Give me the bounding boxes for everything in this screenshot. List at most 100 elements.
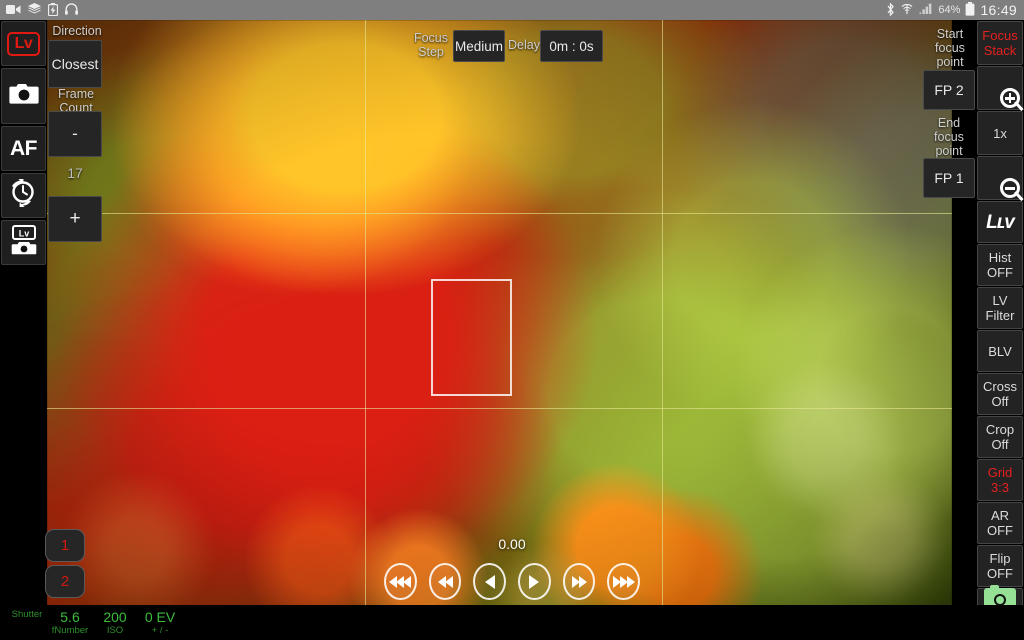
histogram-toggle[interactable]: Hist OFF [977, 244, 1023, 286]
focus-stack-label-line1: Focus [982, 28, 1018, 43]
camera-viewfinder-bump [990, 585, 999, 589]
sidebar-item-autofocus[interactable]: AF [1, 126, 46, 171]
end-focus-point-label-line1: End [937, 116, 961, 130]
iso-value: 200 [103, 609, 127, 625]
end-focus-point-label: End focus point [925, 116, 973, 158]
skip-forward-fast-button[interactable] [607, 563, 641, 600]
left-toolbar: Lv AF Lv [0, 20, 47, 620]
crosshair-toggle[interactable]: Cross Off [977, 373, 1023, 415]
delay-label: Delay [508, 38, 540, 52]
aspect-ratio-label-line2: OFF [987, 523, 1013, 538]
memory-slot-1[interactable]: 1 [45, 529, 85, 562]
cell-signal-icon [919, 3, 933, 17]
flip-label-line2: OFF [987, 566, 1013, 581]
lv-waveform-icon: Lʟᴠ [986, 211, 1015, 233]
end-focus-point-label-line3: point [935, 144, 963, 158]
focus-step-label: Focus Step [411, 31, 451, 59]
play-icon [529, 574, 540, 589]
step-back-button[interactable] [473, 563, 507, 600]
clock-label: 16:49 [980, 2, 1017, 18]
crosshair-label-line1: Cross [983, 379, 1017, 394]
direction-value-button[interactable]: Closest [48, 40, 102, 88]
grid-toggle[interactable]: Grid 3:3 [977, 459, 1023, 501]
memory-slot-2[interactable]: 2 [45, 565, 85, 598]
histogram-label-line1: Hist [988, 250, 1012, 265]
bottom-status-bar: Shutter 5.6 fNumber 200 ISO 0 EV + / - [… [0, 605, 1024, 640]
lv-filter-button[interactable]: LV Filter [977, 287, 1023, 329]
wifi-icon [900, 3, 914, 17]
camera-remote-app: 64% 16:49 Lv AF Lv Direction Closest Fra… [0, 0, 1024, 640]
crosshair-label-line2: Off [991, 394, 1009, 409]
zoom-level-button[interactable]: 1x [977, 111, 1023, 155]
battery-percent-label: 64% [938, 4, 961, 16]
zoom-out-button[interactable] [977, 156, 1024, 202]
bluetooth-icon [886, 1, 895, 18]
start-focus-point-button[interactable]: FP 2 [923, 70, 975, 110]
exposure-compensation-value: 0 EV [144, 609, 176, 625]
start-focus-point-label: Start focus point [925, 27, 975, 69]
focus-stack-label-line2: Stack [983, 43, 1017, 58]
focus-stack-button[interactable]: Focus Stack [977, 21, 1023, 65]
layers-icon [28, 3, 41, 17]
histogram-label-line2: OFF [987, 265, 1013, 280]
status-system-icons: 64% 16:49 [886, 1, 1024, 18]
sidebar-item-intervalometer[interactable] [1, 173, 46, 218]
headphones-icon [65, 3, 78, 17]
frame-count-increment-button[interactable]: + [48, 196, 102, 242]
crop-label-line1: Crop [985, 422, 1015, 437]
exposure-compensation-label: + / - [151, 625, 169, 636]
fnumber-value: 5.6 [60, 609, 80, 625]
fnumber-readout[interactable]: 5.6 fNumber [42, 609, 98, 636]
rewind-triple-icon [389, 575, 412, 588]
start-focus-point-label-line1: Start [936, 27, 964, 41]
end-focus-point-button[interactable]: FP 1 [923, 158, 975, 198]
zoom-level-label: 1x [993, 125, 1007, 141]
battery-saver-icon [47, 2, 59, 18]
live-view-capture-icon: Lv [10, 225, 38, 260]
focus-step-value-button[interactable]: Medium [453, 30, 505, 62]
lv-waveform-button[interactable]: Lʟᴠ [977, 201, 1023, 243]
iso-label: ISO [106, 625, 124, 636]
flip-label-line1: Flip [989, 551, 1011, 566]
aspect-ratio-toggle[interactable]: AR OFF [977, 502, 1023, 544]
sidebar-item-camera[interactable] [1, 68, 46, 124]
android-status-bar: 64% 16:49 [0, 0, 1024, 20]
zoom-in-button[interactable] [977, 66, 1024, 112]
start-focus-point-label-line3: point [936, 55, 964, 69]
camcorder-icon [6, 4, 21, 17]
exposure-compensation-readout[interactable]: 0 EV + / - [134, 609, 186, 636]
delay-value-button[interactable]: 0m : 0s [540, 30, 603, 62]
flip-toggle[interactable]: Flip OFF [977, 545, 1023, 587]
focus-step-label-line1: Focus [413, 31, 449, 45]
rewind-double-icon [437, 575, 453, 588]
forward-triple-icon [612, 575, 635, 588]
iso-readout[interactable]: 200 ISO [92, 609, 138, 636]
focus-step-label-line2: Step [418, 45, 444, 59]
lv-filter-label-line1: LV [992, 293, 1008, 308]
autofocus-label: AF [10, 136, 38, 160]
frame-count-decrement-button[interactable]: - [48, 111, 102, 157]
live-view-label: Lv [6, 31, 41, 56]
fnumber-label: fNumber [51, 625, 89, 636]
live-view-viewport[interactable] [47, 20, 952, 620]
rewind-button[interactable] [428, 563, 462, 600]
skip-back-fast-button[interactable] [384, 563, 417, 600]
blv-button[interactable]: BLV [977, 330, 1023, 372]
forward-button[interactable] [562, 563, 596, 600]
focus-transport-controls [384, 563, 641, 603]
crop-toggle[interactable]: Crop Off [977, 416, 1023, 458]
sidebar-item-live-view-capture[interactable]: Lv [1, 220, 46, 265]
intervalometer-icon [9, 179, 39, 212]
sidebar-item-live-view[interactable]: Lv [1, 21, 46, 66]
end-focus-point-label-line2: focus [934, 130, 964, 144]
direction-label: Direction [52, 24, 102, 38]
crop-label-line2: Off [991, 437, 1009, 452]
live-view-image [47, 20, 952, 620]
grid-label-line2: 3:3 [990, 480, 1010, 495]
camera-icon [8, 82, 39, 110]
blv-label: BLV [988, 343, 1012, 359]
play-button[interactable] [518, 563, 551, 600]
grid-label-line1: Grid [987, 465, 1013, 480]
status-notification-icons [0, 2, 78, 18]
lv-filter-label-line2: Filter [985, 308, 1015, 323]
